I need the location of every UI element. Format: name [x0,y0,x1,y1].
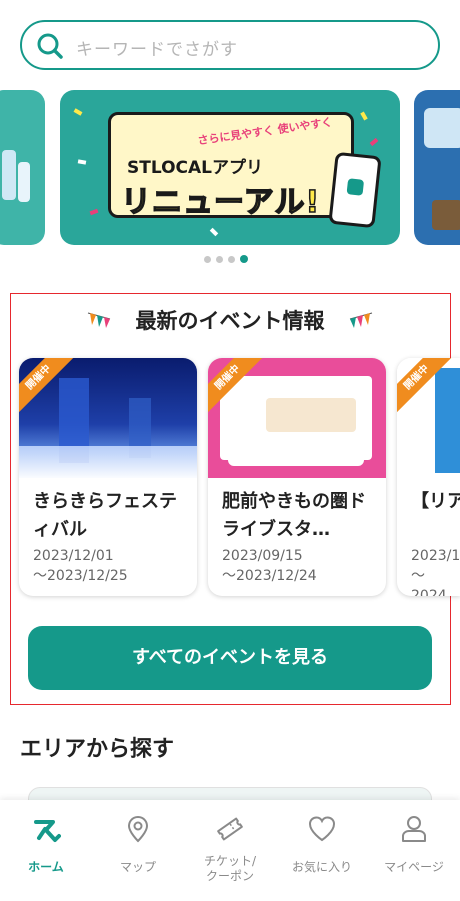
carousel-indicator [204,255,248,263]
event-name: 肥前やきもの圏ドライブスタ… [222,491,366,540]
nav-label: お気に入り [291,860,352,874]
carousel-dot[interactable] [228,255,235,263]
bunting-left-icon [88,312,111,328]
banner-card: さらに見やすく 使いやすく STLOCALアプリ リニューアル! [108,112,354,221]
event-card[interactable]: 開催中 【リアし】サ 2023/1 ～2024 [397,358,460,596]
event-card[interactable]: 開催中 きらきらフェスティバル 2023/12/01 ～2023/12/25 [19,358,197,596]
nav-label: マップ [119,860,156,874]
phone-illustration-icon [328,151,382,229]
event-date: 2023/12/01 ～2023/12/25 [33,546,128,586]
search-bar[interactable]: キーワードでさがす [20,20,440,70]
banner-brand: STLOCALアプリ [127,158,263,178]
user-icon [402,816,426,842]
nav-home[interactable]: ホーム [0,800,92,901]
event-date: 2023/09/15 ～2023/12/24 [222,546,317,586]
carousel-dot-active[interactable] [240,255,248,263]
nav-label: チケット/ クーポン [203,854,257,883]
event-date-end: ～2023/12/24 [222,568,317,584]
event-date-start: 2023/1 [411,548,460,564]
event-date-start: 2023/09/15 [222,548,303,564]
event-card[interactable]: 開催中 肥前やきもの圏ドライブスタ… 2023/09/15 ～2023/12/2… [208,358,386,596]
event-name: きらきらフェスティバル [33,491,177,540]
carousel-dot[interactable] [204,255,211,263]
map-pin-icon [127,815,149,843]
event-date-end: ～2024 [411,568,447,596]
banner-prev[interactable] [0,90,45,245]
search-icon [37,33,63,59]
nav-mypage[interactable]: マイページ [368,800,460,901]
banner-renewal[interactable]: さらに見やすく 使いやすく STLOCALアプリ リニューアル! [60,90,400,245]
event-date: 2023/1 ～2024 [411,546,460,596]
events-heading: 最新のイベント情報 [0,305,460,335]
nav-label: ホーム [28,860,64,874]
banner-next[interactable] [414,90,460,245]
nav-map[interactable]: マップ [92,800,184,901]
area-title: エリアから探す [20,737,175,762]
search-placeholder: キーワードでさがす [76,40,238,60]
carousel-dot[interactable] [216,255,223,263]
bottom-nav: ホーム マップ チケット/ クーポン お気に入り マイページ [0,800,460,901]
ticket-icon [217,817,243,841]
home-logo-icon [34,820,61,842]
event-date-end: ～2023/12/25 [33,568,128,584]
event-name: 【リアし】サ [411,491,460,512]
nav-ticket-coupon[interactable]: チケット/ クーポン [184,800,276,901]
heart-icon [308,816,336,842]
events-title: 最新のイベント情報 [135,309,325,333]
event-date-start: 2023/12/01 [33,548,114,564]
banner-headline: リニューアル! [120,184,321,221]
nav-label: マイページ [384,860,444,874]
all-events-button[interactable]: すべてのイベントを見る [28,626,432,690]
bunting-right-icon [349,312,372,328]
banner-subtitle: さらに見やすく 使いやすく [196,115,334,148]
nav-favorites[interactable]: お気に入り [276,800,368,901]
